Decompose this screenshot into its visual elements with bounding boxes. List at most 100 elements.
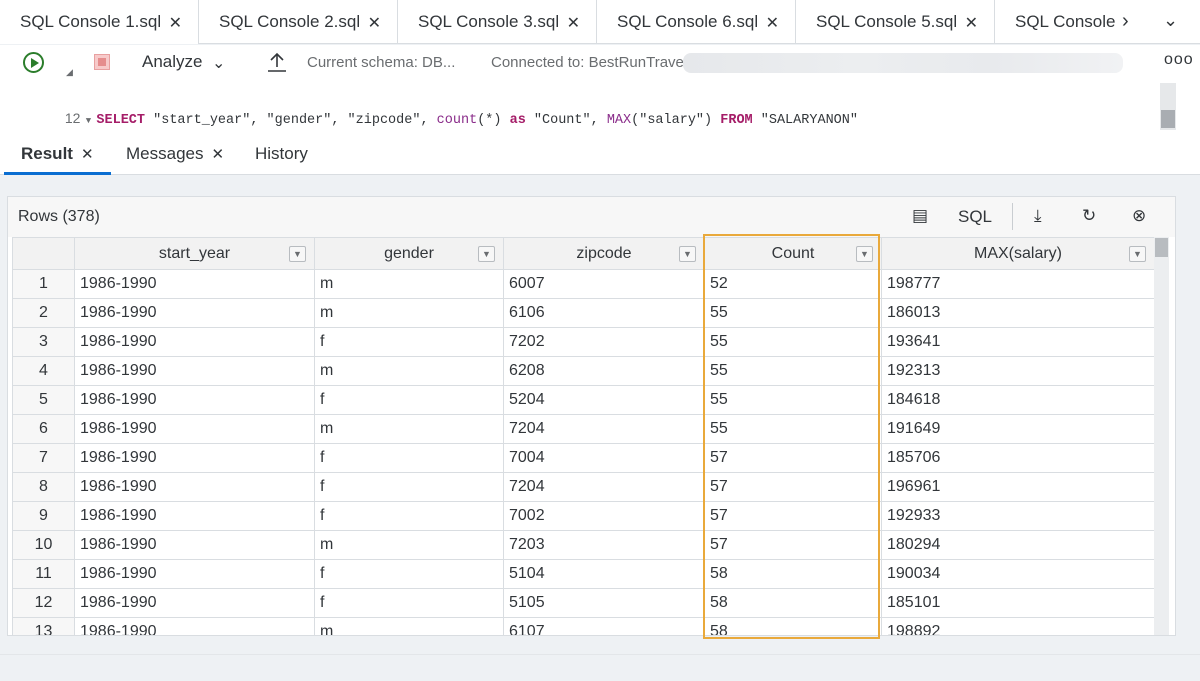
sql-button[interactable]: SQL — [958, 207, 992, 227]
close-icon[interactable]: ✕ — [368, 13, 381, 33]
table-cell[interactable]: 193641 — [881, 327, 1155, 357]
close-icon[interactable]: ✕ — [567, 13, 580, 33]
overflow-menu-icon[interactable]: ooo — [1164, 51, 1194, 69]
table-row[interactable]: 5 1986-1990 f 5204 55 184618 — [12, 385, 1155, 415]
analyze-button[interactable]: Analyze — [142, 52, 202, 72]
close-icon[interactable]: ✕ — [211, 146, 224, 163]
table-row[interactable]: 10 1986-1990 m 7203 57 180294 — [12, 530, 1155, 560]
close-icon[interactable]: ✕ — [81, 146, 94, 163]
table-cell[interactable]: 190034 — [881, 559, 1155, 589]
tab-sql-console-3[interactable]: SQL Console 3.sql ✕ — [398, 0, 597, 44]
table-cell[interactable]: 192933 — [881, 501, 1155, 531]
tab-sql-console-1[interactable]: SQL Console 1.sql ✕ — [0, 0, 199, 44]
tab-sql-console-5[interactable]: SQL Console 5.sql ✕ — [796, 0, 995, 44]
table-cell[interactable]: f — [314, 385, 504, 415]
tab-messages[interactable]: Messages ✕ — [126, 144, 224, 164]
table-row[interactable]: 13 1986-1990 m 6107 58 198892 — [12, 617, 1155, 635]
table-cell[interactable]: 198892 — [881, 617, 1155, 635]
refresh-icon[interactable]: ↻ — [1082, 206, 1096, 226]
stop-icon[interactable] — [94, 54, 110, 70]
column-header-count[interactable]: Count ▼ — [704, 237, 882, 270]
table-cell[interactable]: 52 — [704, 269, 882, 299]
table-cell[interactable]: 6107 — [503, 617, 705, 635]
table-row[interactable]: 3 1986-1990 f 7202 55 193641 — [12, 327, 1155, 357]
table-cell[interactable]: 180294 — [881, 530, 1155, 560]
table-cell[interactable]: f — [314, 559, 504, 589]
close-icon[interactable]: ✕ — [766, 13, 779, 33]
table-cell[interactable]: 1986-1990 — [74, 559, 315, 589]
filter-icon[interactable]: ▼ — [679, 246, 696, 262]
column-header-start-year[interactable]: start_year ▼ — [74, 237, 315, 270]
table-cell[interactable]: 1986-1990 — [74, 501, 315, 531]
table-cell[interactable]: 192313 — [881, 356, 1155, 386]
editor-line[interactable]: 12 ▼ SELECT "start_year", "gender", "zipco… — [0, 85, 1160, 128]
current-schema-label[interactable]: Current schema: DB... — [307, 54, 455, 71]
table-cell[interactable]: f — [314, 327, 504, 357]
filter-icon[interactable]: ▼ — [1129, 246, 1146, 262]
table-cell[interactable]: 5204 — [503, 385, 705, 415]
table-cell[interactable]: 7203 — [503, 530, 705, 560]
table-cell[interactable]: m — [314, 356, 504, 386]
table-cell[interactable]: 55 — [704, 385, 882, 415]
table-cell[interactable]: 1986-1990 — [74, 588, 315, 618]
table-cell[interactable]: 5105 — [503, 588, 705, 618]
close-icon[interactable]: ✕ — [965, 13, 978, 33]
table-cell[interactable]: 57 — [704, 443, 882, 473]
table-cell[interactable]: 6106 — [503, 298, 705, 328]
editor-scrollbar-thumb[interactable] — [1161, 110, 1175, 128]
table-row[interactable]: 2 1986-1990 m 6106 55 186013 — [12, 298, 1155, 328]
table-row[interactable]: 1 1986-1990 m 6007 52 198777 — [12, 269, 1155, 299]
table-cell[interactable]: 7002 — [503, 501, 705, 531]
table-cell[interactable]: 6007 — [503, 269, 705, 299]
tab-result[interactable]: Result ✕ — [21, 144, 94, 164]
table-cell[interactable]: 57 — [704, 501, 882, 531]
table-cell[interactable]: m — [314, 269, 504, 299]
results-scrollbar-thumb[interactable] — [1155, 238, 1168, 257]
run-options-caret-icon[interactable]: ◢ — [66, 67, 73, 78]
table-cell[interactable]: 58 — [704, 588, 882, 618]
table-cell[interactable]: 1986-1990 — [74, 472, 315, 502]
table-cell[interactable]: m — [314, 617, 504, 635]
table-cell[interactable]: 1986-1990 — [74, 443, 315, 473]
close-icon[interactable]: ✕ — [169, 13, 182, 33]
column-header-zipcode[interactable]: zipcode ▼ — [503, 237, 705, 270]
table-cell[interactable]: 185101 — [881, 588, 1155, 618]
table-cell[interactable]: m — [314, 298, 504, 328]
clear-results-icon[interactable]: ⊗ — [1132, 206, 1146, 226]
table-cell[interactable]: 1986-1990 — [74, 298, 315, 328]
upload-icon[interactable] — [267, 51, 287, 73]
table-row[interactable]: 11 1986-1990 f 5104 58 190034 — [12, 559, 1155, 589]
tab-sql-console-2[interactable]: SQL Console 2.sql ✕ — [199, 0, 398, 44]
tab-sql-console-6[interactable]: SQL Console 6.sql ✕ — [597, 0, 796, 44]
table-cell[interactable]: 55 — [704, 327, 882, 357]
column-header-gender[interactable]: gender ▼ — [314, 237, 504, 270]
table-cell[interactable]: 57 — [704, 530, 882, 560]
table-row[interactable]: 9 1986-1990 f 7002 57 192933 — [12, 501, 1155, 531]
download-icon[interactable]: ⤓ — [1034, 206, 1042, 226]
column-header-max-salary[interactable]: MAX(salary) ▼ — [881, 237, 1155, 270]
filter-icon[interactable]: ▼ — [478, 246, 495, 262]
column-settings-icon[interactable]: ▤ — [912, 206, 928, 226]
filter-icon[interactable]: ▼ — [856, 246, 873, 262]
table-cell[interactable]: 7004 — [503, 443, 705, 473]
table-cell[interactable]: 6208 — [503, 356, 705, 386]
table-cell[interactable]: 1986-1990 — [74, 530, 315, 560]
table-cell[interactable]: m — [314, 414, 504, 444]
table-cell[interactable]: 1986-1990 — [74, 617, 315, 635]
table-cell[interactable]: 186013 — [881, 298, 1155, 328]
table-cell[interactable]: 57 — [704, 472, 882, 502]
table-cell[interactable]: 191649 — [881, 414, 1155, 444]
table-cell[interactable]: 198777 — [881, 269, 1155, 299]
table-row[interactable]: 7 1986-1990 f 7004 57 185706 — [12, 443, 1155, 473]
table-cell[interactable]: 196961 — [881, 472, 1155, 502]
table-cell[interactable]: 1986-1990 — [74, 385, 315, 415]
table-cell[interactable]: 184618 — [881, 385, 1155, 415]
table-cell[interactable]: 58 — [704, 559, 882, 589]
table-cell[interactable]: 58 — [704, 617, 882, 635]
table-cell[interactable]: f — [314, 443, 504, 473]
table-cell[interactable]: 185706 — [881, 443, 1155, 473]
tab-history[interactable]: History — [255, 144, 308, 164]
chevron-down-icon[interactable]: ⌄ — [1163, 10, 1178, 31]
sql-editor[interactable]: 12 ▼ SELECT "start_year", "gender", "zipco… — [0, 83, 1200, 150]
table-cell[interactable]: 55 — [704, 414, 882, 444]
